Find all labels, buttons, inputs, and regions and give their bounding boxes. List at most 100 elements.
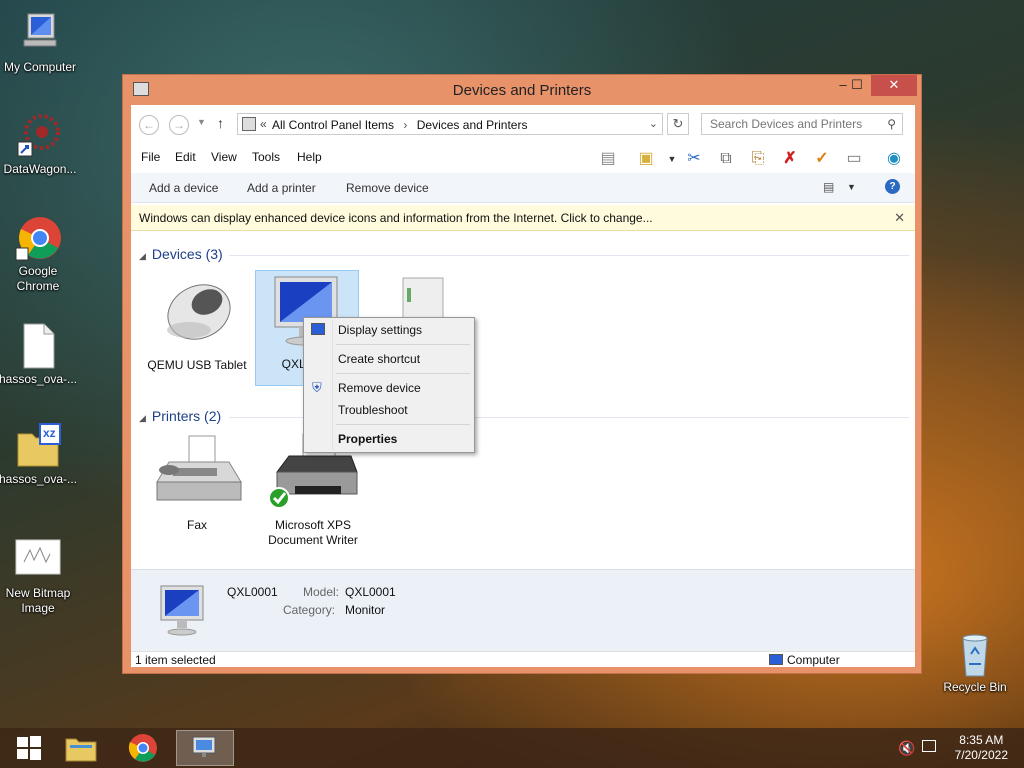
devices-group-header[interactable]: ◢ Devices (3) — [139, 246, 223, 262]
properties-card-icon[interactable]: ▭ — [843, 148, 865, 170]
fax-icon — [149, 432, 245, 514]
desktop-icon-new-bitmap[interactable]: New Bitmap Image — [0, 536, 78, 616]
printer-fax[interactable]: Fax — [145, 432, 249, 533]
xz-badge: xz — [43, 426, 56, 440]
desktop-icon-label: New Bitmap Image — [5, 586, 71, 615]
layout-pane-icon[interactable]: ▤ — [597, 148, 619, 170]
printers-group-header[interactable]: ◢ Printers (2) — [139, 408, 221, 424]
menu-bar: File Edit View Tools Help ▤ ▣ ▼ ✂ ⧉ ⎘ ✗ … — [131, 145, 915, 171]
printer-label: Fax — [186, 518, 207, 532]
command-bar: Add a device Add a printer Remove device… — [131, 173, 915, 203]
up-arrow-icon[interactable]: ↑ — [217, 115, 224, 131]
copy-icon[interactable]: ⧉ — [715, 148, 737, 170]
add-printer-button[interactable]: Add a printer — [247, 181, 316, 195]
address-dropdown-icon[interactable]: ⌄ — [649, 117, 658, 130]
back-arrow-icon[interactable]: ← — [139, 115, 159, 135]
window-client: ← → ▼ ↑ « All Control Panel Items › Devi… — [131, 105, 915, 667]
menu-item-troubleshoot[interactable]: Troubleshoot — [306, 400, 472, 420]
file-explorer-taskbar-button[interactable] — [52, 728, 110, 768]
search-input[interactable] — [710, 117, 880, 131]
menu-edit[interactable]: Edit — [175, 150, 196, 164]
menu-file[interactable]: File — [141, 150, 160, 164]
window-title: Devices and Printers — [452, 82, 592, 99]
desktop-icon-my-computer[interactable]: My Computer — [0, 10, 80, 75]
volume-muted-icon[interactable]: 🔇 — [898, 740, 915, 757]
menu-item-properties[interactable]: Properties — [306, 429, 472, 449]
details-pane: QXL0001 Model: QXL0001 Category: Monitor — [131, 569, 915, 651]
desktop-icon-hassos-xz[interactable]: xz hassos_ova-... — [0, 422, 78, 487]
device-qemu-usb-tablet[interactable]: QEMU USB Tablet — [145, 272, 249, 373]
folder-icon — [65, 738, 97, 762]
breadcrumb-separator: › — [403, 118, 408, 132]
remove-device-button[interactable]: Remove device — [346, 181, 429, 195]
recent-dropdown-icon[interactable]: ▼ — [197, 117, 206, 127]
paste-icon[interactable]: ⎘ — [747, 148, 769, 170]
menu-item-remove-device[interactable]: Remove device — [306, 378, 472, 398]
desktop-icon-recycle-bin[interactable]: Recycle Bin — [935, 630, 1015, 695]
context-menu: Display settings Create shortcut ⛨ Remov… — [303, 317, 475, 453]
datawagon-icon — [16, 112, 64, 160]
maximize-button[interactable]: ☐ — [843, 75, 871, 96]
menu-separator — [336, 424, 470, 425]
clock-date: 7/20/2022 — [954, 748, 1008, 762]
desktop-icon-label: Google Chrome — [16, 264, 60, 293]
menu-tools[interactable]: Tools — [252, 150, 280, 164]
address-prefix: « — [260, 117, 267, 131]
search-icon[interactable]: ⚲ — [887, 117, 896, 131]
desktop-icon-google-chrome[interactable]: Google Chrome — [0, 214, 78, 294]
status-bar: 1 item selected Computer — [131, 651, 915, 667]
delete-icon[interactable]: ✗ — [779, 148, 801, 170]
menu-help[interactable]: Help — [297, 150, 322, 164]
forward-arrow-icon[interactable]: → — [169, 115, 189, 135]
file-icon — [14, 322, 62, 370]
menu-view[interactable]: View — [211, 150, 237, 164]
bitmap-image-icon — [14, 536, 62, 584]
info-bar[interactable]: Windows can display enhanced device icon… — [131, 205, 915, 231]
mouse-icon — [149, 272, 245, 354]
cut-icon[interactable]: ✂ — [683, 148, 705, 170]
help-icon[interactable]: ? — [885, 179, 900, 194]
desktop-icon-label: hassos_ova-... — [0, 372, 78, 386]
desktop-icon-datawagon[interactable]: DataWagon... — [0, 112, 80, 177]
details-category-label: Category: — [283, 603, 336, 617]
refresh-icon[interactable]: ↻ — [667, 113, 689, 135]
menu-item-display-settings[interactable]: Display settings — [306, 320, 472, 340]
view-dropdown-icon[interactable]: ▼ — [847, 182, 856, 192]
devices-printers-window: Devices and Printers – ☐ ✕ ← → ▼ ↑ « All… — [122, 74, 922, 674]
start-button[interactable] — [0, 728, 58, 768]
menu-item-create-shortcut[interactable]: Create shortcut — [306, 349, 472, 369]
breadcrumb-item[interactable]: Devices and Printers — [417, 118, 528, 132]
taskbar: 🔇 8:35 AM 7/20/2022 — [0, 728, 1024, 768]
collapse-arrow-icon: ◢ — [139, 413, 146, 423]
computer-icon — [16, 10, 64, 58]
folder-check-icon[interactable]: ▣ — [635, 148, 657, 170]
details-category-value: Monitor — [345, 603, 386, 617]
address-row: ← → ▼ ↑ « All Control Panel Items › Devi… — [131, 105, 915, 143]
device-label: QEMU USB Tablet — [147, 358, 247, 372]
devices-printers-icon — [192, 736, 216, 757]
breadcrumb-item[interactable]: All Control Panel Items — [272, 118, 394, 132]
breadcrumb: All Control Panel Items › Devices and Pr… — [272, 118, 527, 132]
printers-group-title: Printers (2) — [151, 408, 222, 424]
title-bar[interactable]: Devices and Printers – ☐ ✕ — [123, 75, 921, 105]
address-bar[interactable]: « All Control Panel Items › Devices and … — [237, 113, 663, 135]
search-box: ⚲ — [701, 113, 903, 135]
add-device-button[interactable]: Add a device — [149, 181, 218, 195]
chrome-taskbar-button[interactable] — [114, 728, 172, 768]
devices-printers-taskbar-button[interactable] — [176, 730, 234, 766]
close-infobar-icon[interactable]: ✕ — [894, 210, 905, 226]
recycle-bin-icon — [951, 630, 999, 678]
chrome-icon — [128, 734, 157, 762]
checkmark-icon[interactable]: ✓ — [811, 148, 833, 170]
desktop-icon-label: DataWagon... — [3, 162, 77, 176]
dropdown-arrow-icon[interactable]: ▼ — [661, 148, 683, 170]
globe-icon[interactable]: ◉ — [883, 148, 905, 170]
clock[interactable]: 8:35 AM 7/20/2022 — [955, 733, 1008, 763]
view-options-icon[interactable]: ▤ — [823, 180, 834, 194]
collapse-arrow-icon: ◢ — [139, 251, 146, 261]
close-button[interactable]: ✕ — [871, 75, 917, 96]
desktop-icon-label: My Computer — [3, 60, 77, 74]
network-icon[interactable] — [922, 740, 936, 752]
info-bar-text[interactable]: Windows can display enhanced device icon… — [139, 211, 653, 225]
desktop-icon-hassos-file[interactable]: hassos_ova-... — [0, 322, 78, 387]
